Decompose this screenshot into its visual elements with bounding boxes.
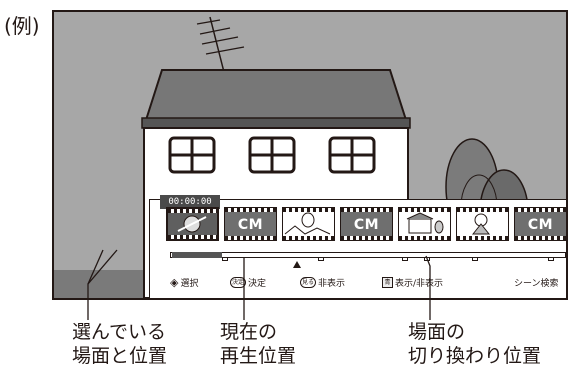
callout-lines — [87, 249, 431, 320]
caption-scene-switch: 場面の 切り換わり位置 — [408, 321, 542, 367]
caption-selected-scene: 選んでいる 場面と位置 — [72, 321, 168, 367]
caption-current-position: 現在の 再生位置 — [220, 321, 297, 367]
